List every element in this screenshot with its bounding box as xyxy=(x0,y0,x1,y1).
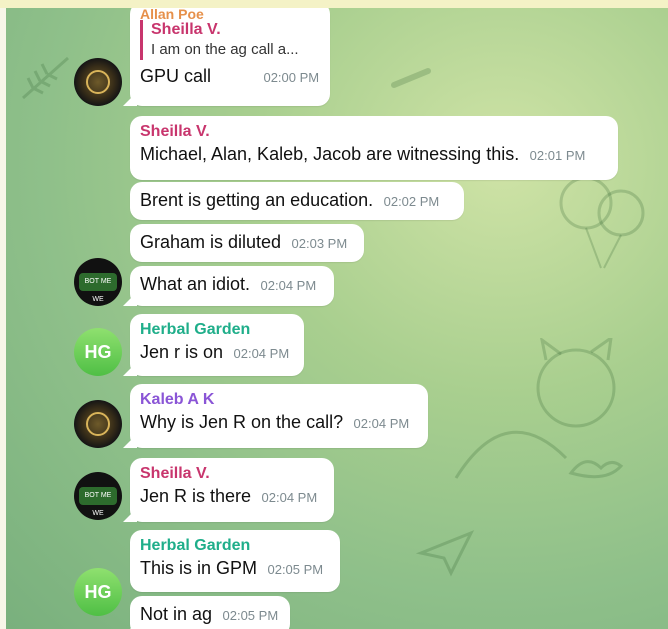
message-text: Jen R is there xyxy=(140,486,252,506)
avatar[interactable] xyxy=(74,58,122,106)
avatar-logo: BOT ME WE xyxy=(79,487,117,517)
message-bubble[interactable]: Sheilla V. Michael, Alan, Kaleb, Jacob a… xyxy=(130,116,618,180)
top-strip xyxy=(0,0,668,8)
message-bubble[interactable]: Allan Poe Sheilla V. I am on the ag call… xyxy=(130,8,330,106)
message-text: Not in ag xyxy=(140,604,213,624)
avatar[interactable]: HG xyxy=(74,328,122,376)
message-bubble[interactable]: Herbal Garden This is in GPM 02:05 PM xyxy=(130,530,340,592)
message-time: 02:03 PM xyxy=(291,236,348,251)
message-bubble[interactable]: Sheilla V. Jen R is there 02:04 PM xyxy=(130,458,334,522)
message-text: What an idiot. xyxy=(140,274,251,294)
message-bubble[interactable]: Herbal Garden Jen r is on 02:04 PM xyxy=(130,314,304,376)
message-bubble[interactable]: What an idiot. 02:04 PM xyxy=(130,266,334,306)
paper-plane-icon xyxy=(416,530,475,577)
bird-icon xyxy=(568,460,624,479)
avatar[interactable]: HG xyxy=(74,568,122,616)
sender-name: Herbal Garden xyxy=(140,321,251,338)
avatar[interactable]: BOT ME WE xyxy=(74,258,122,306)
message-text: GPU call xyxy=(140,66,212,86)
reply-quote[interactable]: Sheilla V. I am on the ag call a... xyxy=(140,20,320,60)
avatar[interactable]: BOT ME WE xyxy=(74,472,122,520)
message-time: 02:05 PM xyxy=(222,608,279,623)
sender-name: Allan Poe xyxy=(140,8,204,20)
message-time: 02:04 PM xyxy=(353,416,410,431)
message-bubble[interactable]: Graham is diluted 02:03 PM xyxy=(130,224,364,262)
message-text: Graham is diluted xyxy=(140,232,282,252)
message-text: This is in GPM xyxy=(140,558,258,578)
message-time: 02:01 PM xyxy=(529,148,586,163)
sender-name: Sheilla V. xyxy=(140,465,210,482)
message-time: 02:02 PM xyxy=(383,194,440,209)
message-time: 02:04 PM xyxy=(261,490,318,505)
quote-sender: Sheilla V. xyxy=(151,21,221,38)
message-text: Brent is getting an education. xyxy=(140,190,374,210)
bone-icon xyxy=(391,68,431,88)
message-time: 02:04 PM xyxy=(233,346,290,361)
message-bubble[interactable]: Brent is getting an education. 02:02 PM xyxy=(130,182,464,220)
avatar-emblem-icon xyxy=(86,70,110,94)
fish-bone-icon xyxy=(22,56,69,100)
message-time: 02:05 PM xyxy=(267,562,324,577)
sender-name: Herbal Garden xyxy=(140,537,251,554)
sender-name: Sheilla V. xyxy=(140,123,210,140)
avatar-emblem-icon xyxy=(86,412,110,436)
message-time: 02:00 PM xyxy=(263,70,320,85)
chat-area[interactable]: Allan Poe Sheilla V. I am on the ag call… xyxy=(6,8,668,629)
balloon-icon xyxy=(559,176,645,269)
avatar[interactable] xyxy=(74,400,122,448)
message-text: Why is Jen R on the call? xyxy=(140,412,344,432)
message-text: Michael, Alan, Kaleb, Jacob are witnessi… xyxy=(140,144,520,164)
quote-text: I am on the ag call a... xyxy=(151,41,299,58)
message-text: Jen r is on xyxy=(140,342,224,362)
message-time: 02:04 PM xyxy=(260,278,317,293)
sender-name: Kaleb A K xyxy=(140,391,215,408)
avatar-logo: BOT ME WE xyxy=(79,273,117,303)
message-bubble[interactable]: Kaleb A K Why is Jen R on the call? 02:0… xyxy=(130,384,428,448)
message-bubble[interactable]: Not in ag 02:05 PM xyxy=(130,596,290,629)
